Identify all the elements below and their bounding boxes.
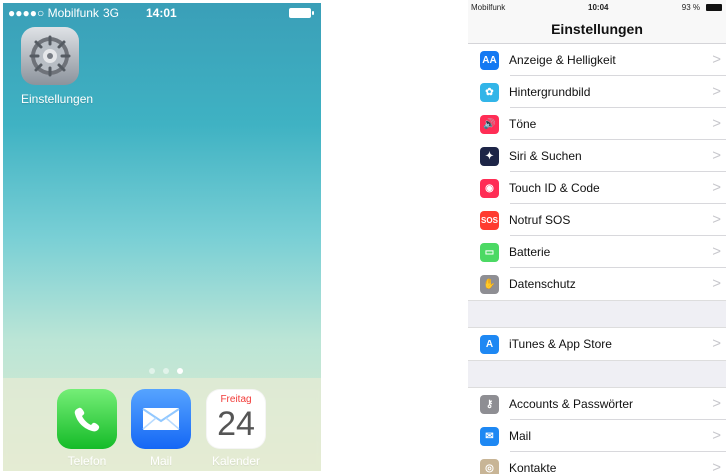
settings-row-battery[interactable]: ▭ Batterie > [468,236,726,268]
phone-icon[interactable] [57,389,117,449]
mail-app[interactable]: Mail [131,389,191,468]
status-bar: ●●●●○ Mobilfunk 3G 14:01 [3,3,321,23]
settings-group: ⚷ Accounts & Passwörter > ✉ Mail > ◎ Kon… [468,388,726,474]
app-store-icon: A [480,334,499,354]
carrier-status: ●●●●○ Mobilfunk 3G [8,3,119,23]
page-dot[interactable] [163,368,169,374]
settings-group: AA Anzeige & Helligkeit > ✿ Hintergrundb… [468,44,726,300]
battery-percentage: 93 % [681,3,700,12]
settings-label: iTunes & App Store [509,337,612,351]
settings-label: Batterie [509,245,551,259]
settings-row-app-store[interactable]: A iTunes & App Store > [468,328,726,360]
chevron-icon: > [712,83,721,100]
calendar-icon[interactable]: Freitag 24 [206,389,266,449]
calendar-date: 24 [217,405,255,443]
settings-row-contacts[interactable]: ◎ Kontakte > [468,452,726,474]
display-brightness-icon: AA [480,50,499,70]
fingerprint-icon: ◉ [480,178,499,198]
chevron-icon: > [712,147,721,164]
ios-settings-screen: Mobilfunk 10:04 93 % Einstellungen AA An… [468,0,726,474]
key-icon: ⚷ [480,394,499,414]
active-page-dot[interactable] [177,368,183,374]
network-type: 3G [102,6,119,20]
settings-row-sounds[interactable]: 🔊 Töne > [468,108,726,140]
battery-icon [706,4,722,11]
ios-home-screen: ●●●●○ Mobilfunk 3G 14:01 Einstellungen T… [3,3,321,471]
settings-list: AA Anzeige & Helligkeit > ✿ Hintergrundb… [468,44,726,474]
settings-gear-icon[interactable] [21,27,79,85]
chevron-icon: > [712,115,721,132]
chevron-icon: > [712,51,721,68]
settings-row-touch-id[interactable]: ◉ Touch ID & Code > [468,172,726,204]
carrier-name: ●●●●○ Mobilfunk [8,6,99,20]
contacts-icon: ◎ [480,458,499,474]
settings-label: Kontakte [509,461,557,474]
settings-section-spacer [468,360,726,388]
mail-label[interactable]: Mail [131,454,191,468]
chevron-icon: > [712,395,721,412]
settings-row-accounts[interactable]: ⚷ Accounts & Passwörter > [468,388,726,420]
calendar-app[interactable]: Freitag 24 Kalender [206,389,266,468]
status-time: 14:01 [146,6,177,20]
settings-row-display[interactable]: AA Anzeige & Helligkeit > [468,44,726,76]
settings-app[interactable]: Einstellungen [21,27,93,106]
settings-label: Siri & Suchen [509,149,582,163]
chevron-icon: > [712,427,721,444]
battery-icon [289,8,314,18]
page-dot[interactable] [149,368,155,374]
settings-row-mail[interactable]: ✉ Mail > [468,420,726,452]
settings-label: Datenschutz [509,277,576,291]
sos-icon: SOS [480,210,499,230]
phone-label[interactable]: Telefon [57,454,117,468]
settings-label: Accounts & Passwörter [509,397,634,411]
phone-app[interactable]: Telefon [57,389,117,468]
settings-group: A iTunes & App Store > [468,328,726,360]
chevron-icon: > [712,275,721,292]
chevron-icon: > [712,211,721,228]
settings-label: Töne [509,117,537,131]
chevron-icon: > [712,243,721,260]
settings-status-bar: Mobilfunk 10:04 93 % [468,0,726,15]
calendar-label[interactable]: Kalender [206,454,266,468]
settings-label: Mail [509,429,532,443]
sound-icon: 🔊 [480,114,499,134]
settings-section-spacer [468,300,726,328]
settings-row-wallpaper[interactable]: ✿ Hintergrundbild > [468,76,726,108]
settings-row-sos[interactable]: SOS Notruf SOS > [468,204,726,236]
chevron-icon: > [712,179,721,196]
chevron-icon: > [712,335,721,352]
mail-icon[interactable] [131,389,191,449]
settings-label: Touch ID & Code [509,181,600,195]
mail-icon: ✉ [480,426,499,446]
privacy-hand-icon: ✋ [480,274,499,294]
settings-label: Notruf SOS [509,213,571,227]
wallpaper-icon: ✿ [480,82,499,102]
dock: Telefon Mail Freitag 24 Kalender [3,378,321,471]
battery-icon: ▭ [480,242,499,262]
page-indicator[interactable] [149,368,183,374]
settings-time: 10:04 [588,3,609,12]
siri-icon: ✦ [480,146,499,166]
settings-app-label[interactable]: Einstellungen [21,92,93,106]
calendar-day: Freitag [220,394,252,405]
page-title: Einstellungen [468,15,726,44]
settings-label: Anzeige & Helligkeit [509,53,616,67]
settings-carrier: Mobilfunk [471,3,506,12]
settings-row-siri[interactable]: ✦ Siri & Suchen > [468,140,726,172]
settings-label: Hintergrundbild [509,85,591,99]
chevron-icon: > [712,459,721,474]
settings-row-privacy[interactable]: ✋ Datenschutz > [468,268,726,300]
